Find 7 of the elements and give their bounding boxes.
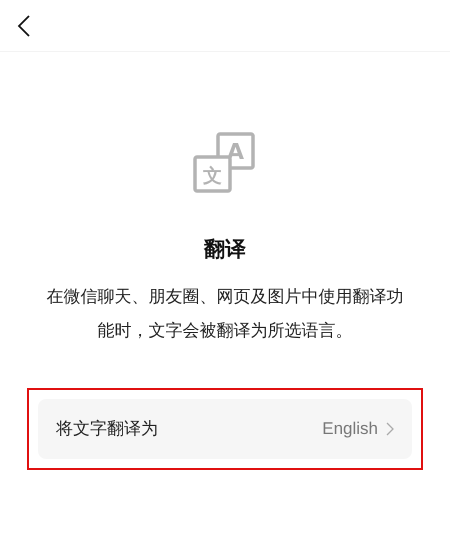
setting-value: English xyxy=(322,418,378,440)
back-icon xyxy=(17,14,31,38)
page-title: 翻译 xyxy=(202,237,247,263)
description-text: 在微信聊天、朋友圈、网页及图片中使用翻译功能时，文字会被翻译为所选语言。 xyxy=(46,286,404,342)
translate-language-row[interactable]: 将文字翻译为 English xyxy=(38,398,412,458)
setting-label: 将文字翻译为 xyxy=(56,418,158,440)
chevron-right-icon xyxy=(386,422,394,436)
